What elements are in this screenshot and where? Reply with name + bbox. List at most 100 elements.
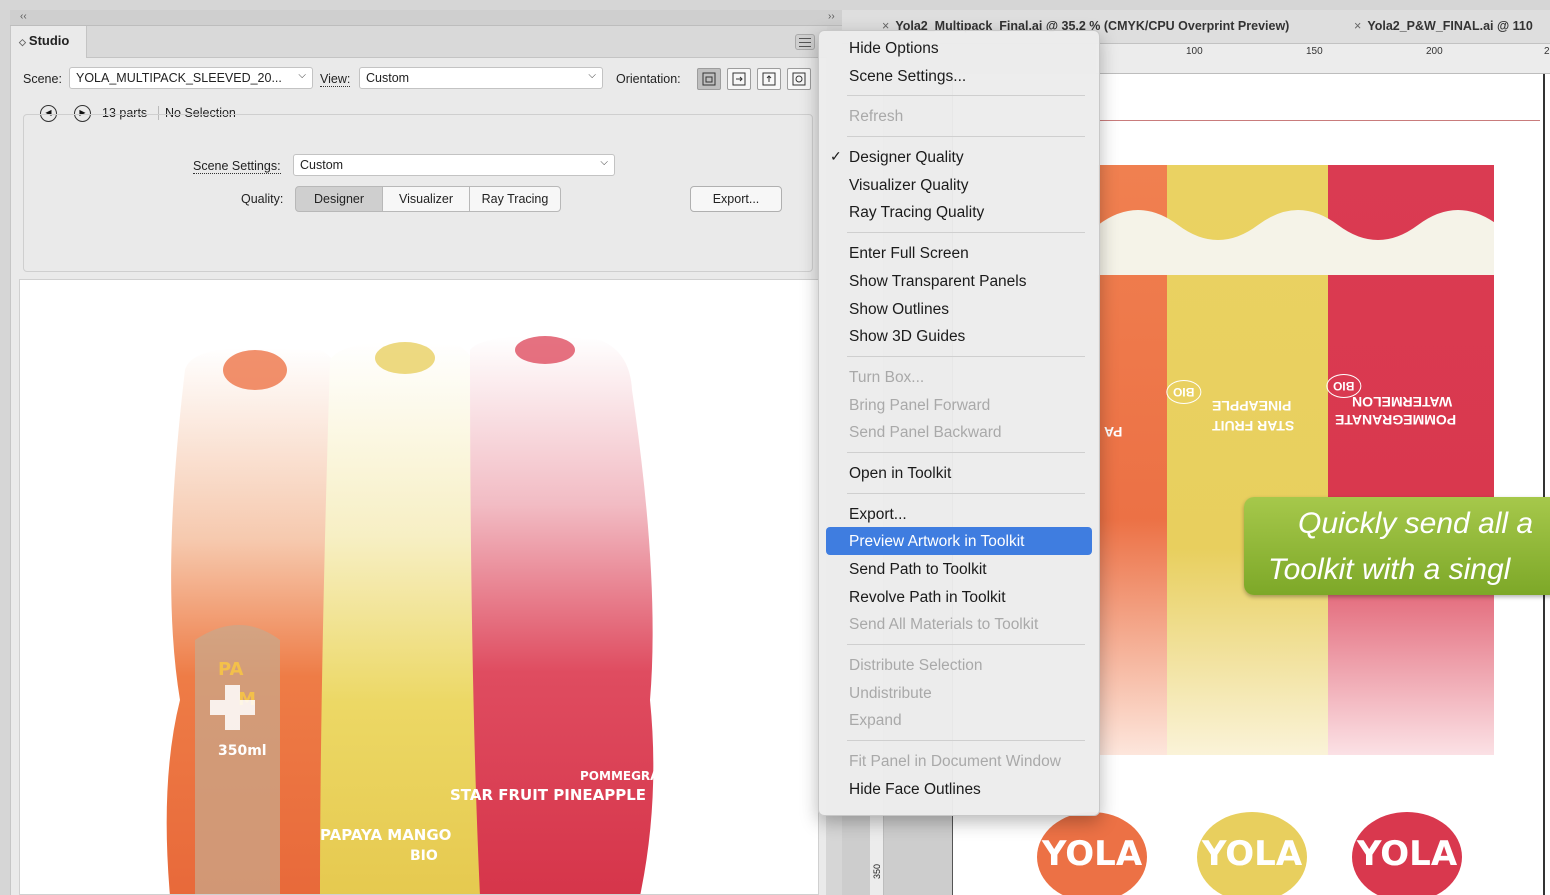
menu-item-label: Open in Toolkit xyxy=(849,464,952,482)
orientation-top-button[interactable] xyxy=(757,68,781,90)
yola-logo-orange: YOLA xyxy=(1037,812,1147,895)
ruler-tick: 150 xyxy=(1306,46,1323,57)
menu-item-preview-artwork-in-toolkit[interactable]: Preview Artwork in Toolkit xyxy=(826,527,1092,555)
menu-item-fit-panel-in-document-window: Fit Panel in Document Window xyxy=(819,747,1099,775)
menu-item-export[interactable]: Export... xyxy=(819,500,1099,528)
scene-settings-select[interactable]: Custom ⌵ xyxy=(293,154,615,176)
studio-tab-title: Studio xyxy=(28,33,70,48)
menu-item-label: Visualizer Quality xyxy=(849,176,969,194)
papaya-label: PAPAYA MANGO xyxy=(320,826,451,844)
menu-separator xyxy=(847,644,1085,646)
menu-item-label: Show 3D Guides xyxy=(849,328,966,346)
wave-band xyxy=(1098,210,1494,275)
menu-separator xyxy=(847,355,1085,357)
menu-item-visualizer-quality[interactable]: Visualizer Quality xyxy=(819,171,1099,199)
studio-panel: ◇ Studio Scene: YOLA_MULTIPACK_SLEEVED_20… xyxy=(10,26,827,895)
starfruit-label: STAR FRUIT PINEAPPLE xyxy=(450,786,646,804)
menu-item-label: Ray Tracing Quality xyxy=(849,204,985,222)
menu-item-label: Hide Face Outlines xyxy=(849,780,981,798)
ruler-left-tick: 350 xyxy=(872,864,882,880)
menu-item-label: Expand xyxy=(849,712,902,730)
3d-viewport[interactable]: PAPAYA MANGO STAR FRUIT PINEAPPLE POMMEG… xyxy=(19,279,819,895)
menu-item-show-outlines[interactable]: Show Outlines xyxy=(819,295,1099,323)
yola-logo-red: YOLA xyxy=(1352,812,1462,895)
menu-item-show-3d-guides[interactable]: Show 3D Guides xyxy=(819,322,1099,350)
menu-item-label: Fit Panel in Document Window xyxy=(849,753,1061,771)
menu-item-label: Send All Materials to Toolkit xyxy=(849,616,1039,634)
menu-item-ray-tracing-quality[interactable]: Ray Tracing Quality xyxy=(819,198,1099,226)
menu-item-label: Designer Quality xyxy=(849,149,964,167)
export-button[interactable]: Export... xyxy=(690,186,782,212)
checkmark-icon: ✓ xyxy=(830,148,842,165)
yellow-bottle xyxy=(320,342,490,894)
pomegranate-label: POMMEGRANATE WATERMELON xyxy=(580,769,793,783)
orientation-side-button[interactable] xyxy=(727,68,751,90)
flipped-label-starfruit: STAR FRUIT xyxy=(1212,418,1295,434)
orientation-front-button[interactable] xyxy=(697,68,721,90)
view-select[interactable]: Custom ⌵ xyxy=(359,67,603,89)
menu-item-open-in-toolkit[interactable]: Open in Toolkit xyxy=(819,459,1099,487)
panel-options-menu: Hide Options Scene Settings... Refresh ✓ Des… xyxy=(818,30,1100,816)
studio-tabbar: ◇ Studio xyxy=(11,26,827,58)
document-tab-pw[interactable]: × Yola2_P&W_FINAL.ai @ 110 xyxy=(1354,19,1533,33)
menu-item-label: Enter Full Screen xyxy=(849,245,969,263)
flipped-label-watermelon: WATERMELON xyxy=(1352,394,1453,410)
bio-label: BIO xyxy=(410,848,438,864)
ruler-tick: 200 xyxy=(1426,46,1443,57)
menu-item-enter-full-screen[interactable]: Enter Full Screen xyxy=(819,239,1099,267)
updown-arrows-icon: ◇ xyxy=(19,37,26,47)
box-front-icon xyxy=(702,72,716,86)
menu-separator xyxy=(847,95,1085,97)
close-icon[interactable]: × xyxy=(1354,19,1361,33)
menu-item-label: Distribute Selection xyxy=(849,657,983,675)
menu-item-hide-options[interactable]: Hide Options xyxy=(819,34,1099,62)
menu-item-hide-face-outlines[interactable]: Hide Face Outlines xyxy=(819,775,1099,803)
chevron-down-icon: ⌵ xyxy=(298,70,306,81)
flipped-label-pa: PA xyxy=(1104,424,1123,440)
orientation-iso-button[interactable] xyxy=(787,68,811,90)
collapse-left-icon[interactable]: ‹‹ xyxy=(20,11,27,22)
menu-item-label: Export... xyxy=(849,505,907,523)
orange-cap-logo xyxy=(223,350,287,390)
chevron-down-icon: ⌵ xyxy=(600,157,608,168)
guide-line xyxy=(1100,120,1540,121)
box-side-icon xyxy=(732,72,746,86)
panel-menu-button[interactable] xyxy=(795,34,815,50)
menu-item-refresh: Refresh xyxy=(819,102,1099,130)
quality-visualizer-button[interactable]: Visualizer xyxy=(382,186,470,212)
orientation-label: Orientation: xyxy=(616,72,681,86)
menu-separator xyxy=(847,451,1085,453)
scene-settings-label: Scene Settings: xyxy=(193,159,281,174)
menu-item-designer-quality[interactable]: ✓ Designer Quality xyxy=(819,143,1099,171)
flipped-label-pommegranate: POMMEGRANATE xyxy=(1335,412,1457,428)
menu-item-turn-box: Turn Box... xyxy=(819,363,1099,391)
menu-item-scene-settings[interactable]: Scene Settings... xyxy=(819,62,1099,90)
menu-separator xyxy=(847,232,1085,234)
menu-item-label: Show Transparent Panels xyxy=(849,272,1027,290)
menu-item-bring-panel-forward: Bring Panel Forward xyxy=(819,391,1099,419)
volume-label: 350ml xyxy=(218,743,267,759)
red-cap-logo xyxy=(515,336,575,364)
panel-collapse-bar: ‹‹ ›› xyxy=(10,10,842,26)
menu-item-send-path-to-toolkit[interactable]: Send Path to Toolkit xyxy=(819,555,1099,583)
scene-value: YOLA_MULTIPACK_SLEEVED_20... xyxy=(76,71,282,85)
menu-item-show-transparent-panels[interactable]: Show Transparent Panels xyxy=(819,267,1099,295)
quality-designer-button[interactable]: Designer xyxy=(295,186,383,212)
bio-badge: BIO xyxy=(1166,380,1202,404)
scene-select[interactable]: YOLA_MULTIPACK_SLEEVED_20... ⌵ xyxy=(69,67,313,89)
box-iso-icon xyxy=(792,72,806,86)
menu-item-label: Revolve Path in Toolkit xyxy=(849,588,1006,606)
menu-item-label: Scene Settings... xyxy=(849,67,967,85)
studio-tab[interactable]: ◇ Studio xyxy=(11,26,87,58)
quality-label: Quality: xyxy=(241,192,284,206)
menu-separator xyxy=(847,740,1085,742)
menu-separator xyxy=(847,136,1085,138)
menu-item-revolve-path-in-toolkit[interactable]: Revolve Path in Toolkit xyxy=(819,583,1099,611)
ruler-top: 100 150 200 2 xyxy=(1096,44,1550,74)
menu-item-label: Turn Box... xyxy=(849,368,925,386)
quality-raytracing-button[interactable]: Ray Tracing xyxy=(469,186,561,212)
menu-item-label: Preview Artwork in Toolkit xyxy=(849,533,1025,551)
view-label: View: xyxy=(320,72,351,87)
box-top-icon xyxy=(762,72,776,86)
collapse-right-icon[interactable]: ›› xyxy=(828,11,835,22)
